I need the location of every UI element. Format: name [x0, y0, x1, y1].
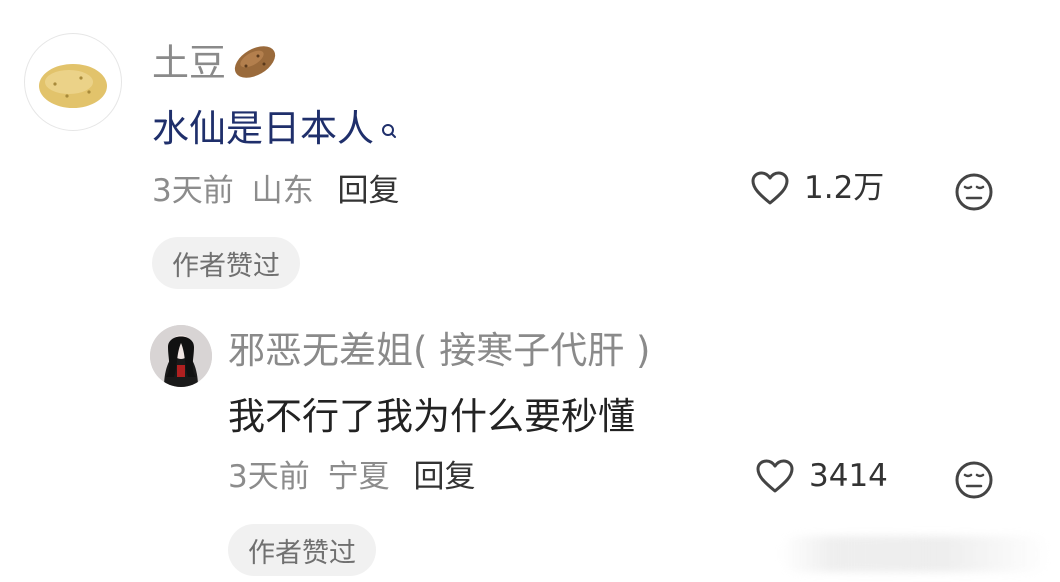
- avatar-potato[interactable]: [24, 33, 122, 131]
- reply-location: 宁夏: [327, 459, 390, 495]
- reply-author-liked-badge: 作者赞过: [228, 524, 376, 576]
- like-button[interactable]: 1.2万: [750, 170, 884, 206]
- comment-location: 山东: [251, 173, 314, 209]
- reply-like-button[interactable]: 3414: [755, 458, 888, 494]
- comment-username[interactable]: 土豆: [152, 42, 280, 88]
- potato-avatar-icon: [39, 64, 107, 108]
- reply-dislike-button[interactable]: [954, 460, 994, 504]
- blurred-watermark: [780, 536, 1050, 572]
- avatar-reply-user[interactable]: [150, 325, 212, 387]
- user-portrait-icon: [150, 325, 212, 387]
- reply-like-count: 3414: [809, 457, 888, 494]
- potato-emoji-icon: [230, 42, 280, 88]
- meh-face-icon: [955, 173, 993, 211]
- heart-icon: [756, 459, 794, 493]
- reply-button[interactable]: 回复: [337, 173, 399, 209]
- reply-text: 我不行了我为什么要秒懂: [228, 395, 635, 438]
- reply-username[interactable]: 邪恶无差姐( 接寒子代肝 ): [228, 332, 650, 369]
- reply-reply-button[interactable]: 回复: [413, 459, 475, 495]
- comment-text: 水仙是日本人: [152, 110, 398, 147]
- author-liked-badge: 作者赞过: [152, 237, 300, 289]
- reply-time: 3天前: [228, 459, 310, 495]
- comment-meta: 3天前 山东 回复: [152, 176, 399, 207]
- heart-icon: [751, 171, 789, 205]
- reply-meta: 3天前 宁夏 回复: [228, 462, 475, 493]
- dislike-button[interactable]: [954, 172, 994, 216]
- meh-face-icon: [955, 461, 993, 499]
- comment-time: 3天前: [152, 173, 234, 209]
- like-count: 1.2万: [804, 169, 885, 206]
- search-icon[interactable]: [380, 110, 398, 147]
